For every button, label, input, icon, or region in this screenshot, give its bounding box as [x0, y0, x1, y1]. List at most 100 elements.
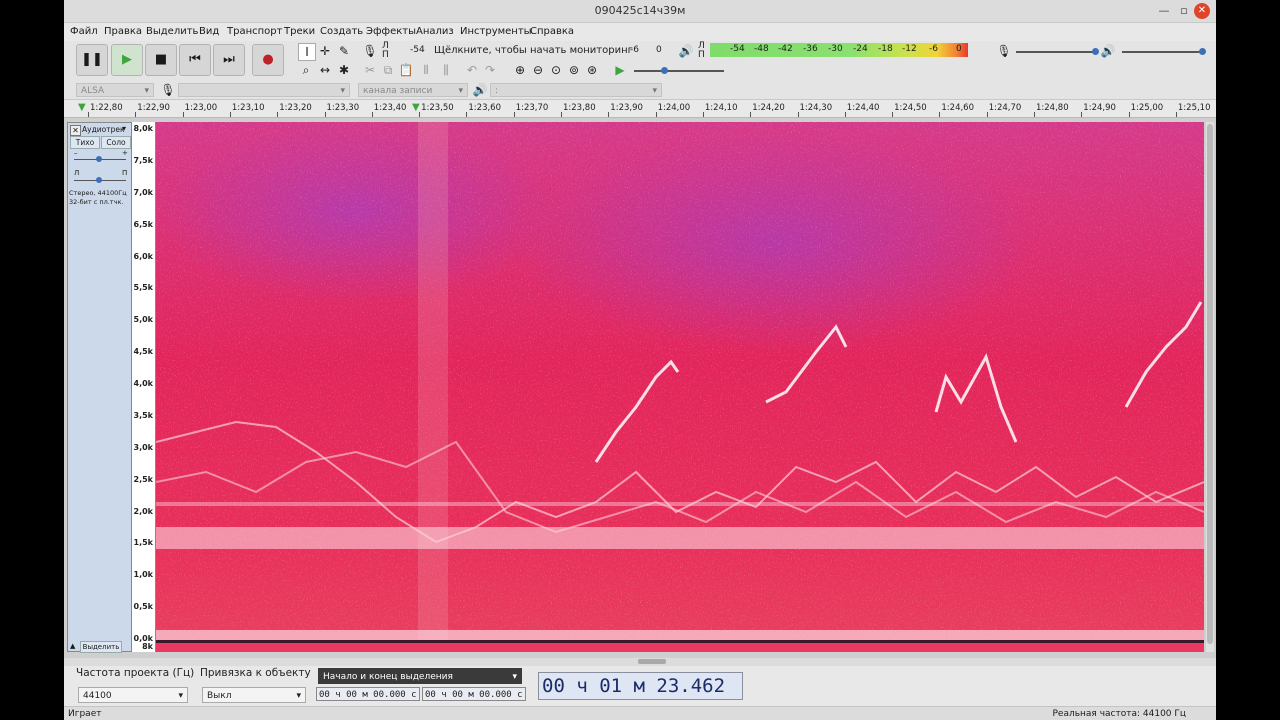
zoom-toggle-icon[interactable]: ⊛	[584, 62, 600, 78]
ruler-tick-label: 1:23,90	[610, 103, 643, 113]
play-speed-knob[interactable]	[661, 67, 668, 74]
audio-position-clock[interactable]: 00 ч 01 м 23.462 с	[538, 672, 743, 720]
selection-mode-select[interactable]: Начало и конец выделения	[318, 668, 522, 685]
ruler-tick-mark	[182, 112, 184, 117]
play-scale-42: -42	[778, 44, 793, 54]
menu-view[interactable]: Вид	[199, 26, 219, 37]
vertical-scrollbar-thumb[interactable]	[1207, 124, 1213, 644]
play-button[interactable]: ▶	[111, 44, 143, 76]
record-volume-knob[interactable]	[1092, 48, 1099, 55]
output-device-select[interactable]: :	[490, 83, 662, 98]
gain-knob[interactable]	[96, 156, 102, 162]
menu-file[interactable]: Файл	[70, 26, 98, 37]
trim-icon[interactable]: ⫴	[418, 62, 434, 78]
maximize-icon[interactable]: ▫	[1176, 3, 1192, 19]
menu-tools[interactable]: Инструменты	[460, 26, 532, 37]
ruler-tick-mark	[371, 112, 373, 117]
stop-button[interactable]: ■	[145, 44, 177, 76]
frequency-tick-label: 6,0k	[133, 251, 154, 261]
redo-icon[interactable]: ↷	[482, 62, 498, 78]
cut-icon[interactable]: ✂	[362, 62, 378, 78]
draw-tool-icon[interactable]: ✎	[336, 43, 352, 59]
silence-icon[interactable]: ⫼	[438, 62, 454, 78]
spectrogram[interactable]	[156, 122, 1204, 652]
track-name[interactable]: Аудиотрек	[82, 125, 125, 134]
ruler-tick-label: 1:24,70	[988, 103, 1022, 113]
ruler-tick-label: 1:24,10	[704, 103, 738, 113]
skip-end-button[interactable]: ⏭	[213, 44, 245, 76]
speaker-icon[interactable]: 🔊	[678, 43, 694, 59]
menu-select[interactable]: Выделить	[146, 26, 198, 37]
play-at-speed-icon[interactable]: ▶	[612, 62, 628, 78]
menu-effects[interactable]: Эффекты	[366, 26, 416, 37]
ruler-tick-mark	[324, 112, 326, 117]
menu-generate[interactable]: Создать	[320, 26, 363, 37]
select-track-button[interactable]: Выделить	[80, 641, 122, 653]
close-icon[interactable]: ✕	[1194, 3, 1210, 19]
microphone-icon[interactable]: 🎙	[362, 43, 378, 59]
play-speed-slider[interactable]	[634, 70, 724, 72]
undo-icon[interactable]: ↶	[464, 62, 480, 78]
zoom-in-icon[interactable]: ⊕	[512, 62, 528, 78]
record-meter-right-label: П	[382, 50, 389, 60]
menu-tracks[interactable]: Треки	[284, 26, 315, 37]
timeline-ruler[interactable]: ▼ ▼ 1:22,80 1:22,90 1:23,00 1:23,10 1:23,20 1…	[64, 100, 1216, 118]
ruler-tick-label: 1:24,50	[894, 103, 927, 113]
record-volume-slider[interactable]	[1016, 51, 1098, 53]
horizontal-scrollbar[interactable]	[64, 658, 1216, 666]
track-menu-chevron-icon[interactable]: ▾	[122, 124, 126, 133]
record-meter-hint[interactable]: Щёлкните, чтобы начать мониторинг	[434, 45, 633, 56]
record-volume-icon: 🎙	[996, 44, 1012, 58]
paste-icon[interactable]: 📋	[398, 62, 414, 78]
fit-project-icon[interactable]: ⊚	[566, 62, 582, 78]
track-close-icon[interactable]: ✕	[70, 125, 81, 136]
zoom-out-icon[interactable]: ⊖	[530, 62, 546, 78]
frequency-scale[interactable]: 8,0k 7,5k 7,0k 6,5k 6,0k 5,5k 5,0k 4,5k 4,0k 3,5k…	[132, 122, 156, 652]
selection-end-field[interactable]: 00 ч 00 м 00.000 с	[422, 687, 526, 701]
ruler-tick-label: 1:23,70	[515, 103, 549, 113]
ruler-tick-label: 1:24,80	[1036, 103, 1069, 113]
track-control-panel: ✕ Аудиотрек ▾ Тихо Соло – + Л П Стерео, …	[67, 122, 132, 653]
solo-button[interactable]: Соло	[101, 136, 131, 149]
snap-select[interactable]: Выкл	[202, 687, 306, 704]
zoom-tool-icon[interactable]: ⌕	[298, 62, 314, 78]
envelope-tool-icon[interactable]: ✛	[317, 43, 333, 59]
selection-tool-icon[interactable]: I	[298, 43, 316, 61]
spectrogram-noise-texture	[156, 122, 1204, 652]
menu-help[interactable]: Справка	[530, 26, 574, 37]
playback-meter[interactable]: -54 -48 -42 -36 -30 -24 -18 -12 -6 0	[710, 43, 968, 57]
frequency-tick-label: 7,5k	[133, 155, 154, 165]
play-head-icon[interactable]: ▼	[78, 102, 86, 113]
timeshift-tool-icon[interactable]: ↔	[317, 62, 333, 78]
selection-start-field[interactable]: 00 ч 00 м 00.000 с	[316, 687, 420, 701]
menu-transport[interactable]: Транспорт	[227, 26, 282, 37]
ruler-tick-mark	[655, 112, 657, 117]
menu-analyze[interactable]: Анализ	[416, 26, 454, 37]
collapse-arrow-icon[interactable]: ▲	[70, 642, 75, 650]
project-rate-select[interactable]: 44100	[78, 687, 188, 704]
actual-rate-text: Реальная частота: 44100 Гц	[1052, 709, 1187, 719]
skip-start-button[interactable]: ⏮	[179, 44, 211, 76]
playback-volume-knob[interactable]	[1199, 48, 1206, 55]
pause-button[interactable]: ❚❚	[76, 44, 108, 76]
pan-knob[interactable]	[96, 177, 102, 183]
menu-edit[interactable]: Правка	[104, 26, 142, 37]
record-meter-scale-54: -54	[410, 45, 425, 55]
frequency-tick-label: 3,5k	[133, 410, 154, 420]
input-device-select[interactable]	[178, 83, 350, 98]
horizontal-scrollbar-thumb[interactable]	[638, 659, 666, 664]
vertical-scrollbar[interactable]	[1206, 122, 1214, 652]
fit-selection-icon[interactable]: ⊙	[548, 62, 564, 78]
mute-button[interactable]: Тихо	[70, 136, 100, 149]
copy-icon[interactable]: ⧉	[380, 62, 396, 78]
minimize-icon[interactable]: —	[1156, 3, 1172, 19]
record-button[interactable]: ●	[252, 44, 284, 76]
ruler-tick-mark	[135, 112, 137, 117]
play-scale-36: -36	[803, 44, 818, 54]
multi-tool-icon[interactable]: ✱	[336, 62, 352, 78]
frequency-tick-label: 1,0k	[133, 570, 154, 580]
input-channels-select[interactable]: канала записи (стерео)	[358, 83, 468, 110]
audio-host-select[interactable]: ALSA	[76, 83, 154, 98]
playback-volume-slider[interactable]	[1122, 51, 1204, 53]
spectrogram-1500hz-band	[156, 527, 1204, 549]
